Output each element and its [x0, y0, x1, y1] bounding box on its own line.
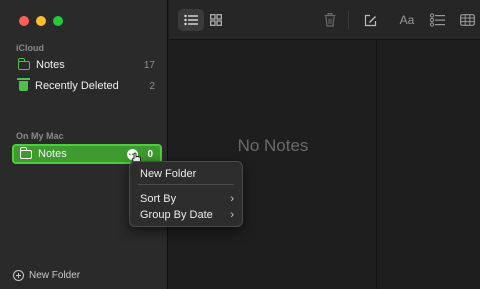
note-editor-pane	[378, 0, 480, 289]
note-count: 17	[143, 59, 155, 71]
sidebar-item-label: Notes	[38, 148, 67, 160]
chevron-right-icon: ›	[230, 209, 234, 221]
sidebar-item-recently-deleted[interactable]: Recently Deleted 2	[12, 76, 162, 96]
section-label-icloud: iCloud	[16, 43, 44, 53]
gallery-view-icon	[210, 14, 222, 26]
list-view-icon	[184, 14, 198, 26]
empty-state-text: No Notes	[237, 136, 309, 155]
plus-circle-icon	[13, 270, 24, 281]
sidebar-item-label: Notes	[36, 59, 65, 71]
gallery-view-button[interactable]	[203, 9, 229, 31]
menu-item-label: New Folder	[140, 168, 197, 180]
format-button[interactable]: Aa	[394, 9, 420, 31]
new-folder-label: New Folder	[29, 270, 81, 281]
menu-item-label: Sort By	[140, 193, 177, 205]
folder-icon	[18, 58, 30, 70]
menu-item-group-by-date[interactable]: Group By Date ›	[140, 207, 234, 223]
toolbar-divider	[348, 11, 349, 29]
menu-item-new-folder[interactable]: New Folder	[140, 166, 234, 182]
delete-note-button[interactable]	[317, 9, 343, 31]
list-view-button[interactable]	[178, 9, 204, 31]
new-folder-button[interactable]: New Folder	[13, 270, 80, 281]
trash-icon	[324, 13, 336, 27]
note-count: 2	[149, 80, 155, 92]
toolbar: Aa	[169, 0, 480, 40]
menu-item-sort-by[interactable]: Sort By ›	[140, 191, 234, 207]
checklist-button[interactable]	[424, 9, 450, 31]
compose-button[interactable]	[357, 9, 383, 31]
sidebar-item-label: Recently Deleted	[35, 80, 119, 92]
chevron-right-icon: ›	[230, 193, 234, 205]
compose-icon	[364, 14, 376, 26]
section-label-on-my-mac: On My Mac	[16, 131, 64, 141]
sidebar: iCloud Notes 17 Recently Deleted 2 On My…	[0, 0, 168, 289]
sidebar-item-icloud-notes[interactable]: Notes 17	[12, 55, 162, 75]
window-controls	[19, 16, 63, 26]
close-button[interactable]	[19, 16, 29, 26]
table-button[interactable]	[454, 9, 480, 31]
checklist-icon	[429, 13, 445, 27]
folder-icon	[20, 147, 32, 159]
note-count: 0	[147, 148, 153, 160]
folder-context-menu: New Folder Sort By › Group By Date ›	[129, 161, 243, 227]
zoom-button[interactable]	[53, 16, 63, 26]
trash-icon	[17, 78, 30, 91]
minimize-button[interactable]	[36, 16, 46, 26]
menu-item-label: Group By Date	[140, 209, 213, 221]
table-icon	[459, 14, 475, 26]
menu-divider	[138, 184, 234, 185]
